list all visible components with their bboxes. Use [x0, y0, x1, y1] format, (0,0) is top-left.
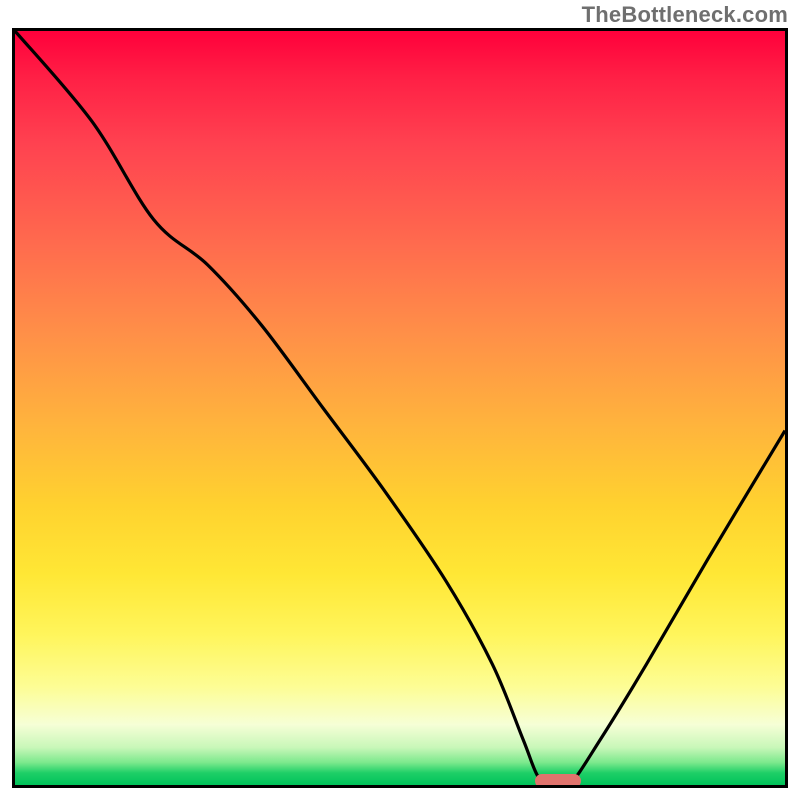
plot-frame	[12, 28, 788, 788]
chart-stage: TheBottleneck.com	[0, 0, 800, 800]
bottleneck-curve	[15, 31, 785, 785]
watermark-text: TheBottleneck.com	[582, 2, 788, 28]
optimal-marker	[535, 774, 581, 788]
curve-path	[15, 31, 785, 785]
